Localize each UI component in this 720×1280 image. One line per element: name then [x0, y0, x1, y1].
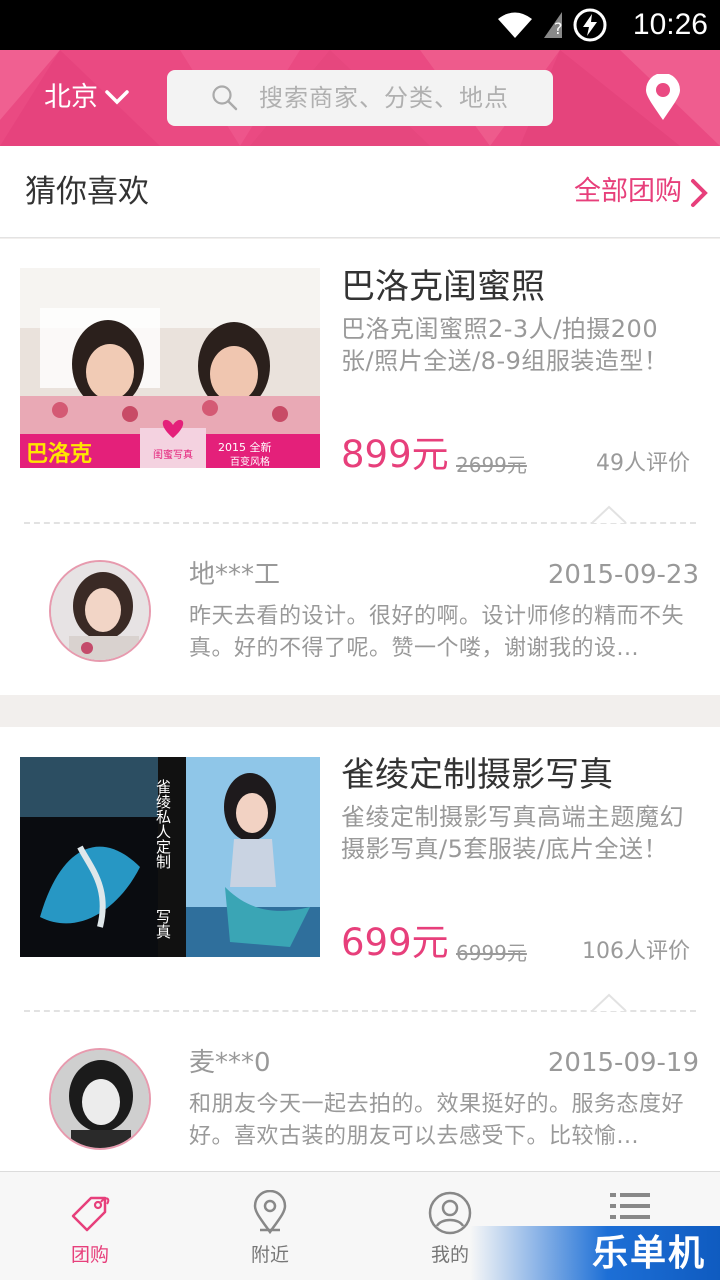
deal-price: 699元	[341, 921, 449, 964]
deal-description: 雀绫定制摄影写真高端主题魔幻摄影写真/5套服装/底片全送！	[341, 803, 684, 863]
wifi-icon	[498, 12, 532, 38]
deal-card[interactable]: 雀绫私人定制 写真 雀绫定制摄影写真 雀绫定制摄影写真高端主题魔幻摄影写真/5套…	[0, 727, 720, 1171]
status-bar: ? 10:26	[0, 0, 720, 50]
location-pin-icon[interactable]	[644, 74, 682, 122]
battery-charging-icon	[573, 8, 607, 42]
reviewer-name: 地***工	[189, 560, 281, 590]
chevron-down-icon	[105, 90, 129, 105]
deal-thumbnail[interactable]: 巴洛克 闺蜜写真 2015 全新 百变风格	[20, 268, 320, 468]
user-icon	[428, 1191, 472, 1235]
city-selector[interactable]: 北京	[44, 76, 130, 120]
section-title: 猜你喜欢	[25, 174, 149, 210]
thumb-tag: 2015 全新	[218, 440, 272, 454]
review-count: 106人评价	[582, 939, 690, 964]
review-pointer	[592, 505, 626, 524]
deal-card[interactable]: 巴洛克 闺蜜写真 2015 全新 百变风格 巴洛克闺蜜照 巴洛克闺蜜照2-3人/…	[0, 239, 720, 695]
review-pointer	[592, 993, 626, 1012]
chevron-right-icon[interactable]	[688, 178, 710, 208]
svg-text:?: ?	[554, 19, 563, 38]
review-text: 和朋友今天一起去拍的。效果挺好的。服务态度好好。喜欢古装的朋友可以去感受下。比较…	[189, 1092, 685, 1149]
list-icon	[610, 1193, 650, 1219]
reviewer-name: 麦***0	[189, 1048, 271, 1078]
tab-label: 团购	[70, 1244, 109, 1266]
tag-icon	[71, 1196, 110, 1232]
city-label: 北京	[44, 82, 98, 113]
deal-original-price: 6999元	[456, 941, 527, 965]
watermark: 乐单机	[470, 1226, 720, 1280]
avatar	[49, 1048, 151, 1150]
tab-label: 附近	[250, 1244, 289, 1266]
search-icon	[212, 85, 238, 111]
thumb-caption: 雀绫私人定制	[154, 779, 172, 869]
tab-group-buy[interactable]: 团购	[0, 1172, 180, 1280]
thumb-tag-2: 百变风格	[230, 455, 270, 468]
tab-nearby[interactable]: 附近	[180, 1172, 360, 1280]
deal-thumbnail[interactable]: 雀绫私人定制 写真	[20, 757, 320, 957]
deal-photo: 巴洛克 闺蜜写真 2015 全新 百变风格	[20, 268, 320, 468]
status-icons: ?	[496, 7, 608, 43]
review-text: 昨天去看的设计。很好的啊。设计师修的精而不失真。好的不得了呢。赞一个喽，谢谢我的…	[189, 604, 685, 661]
review-date: 2015-09-19	[547, 1048, 699, 1078]
review-count: 49人评价	[596, 451, 690, 476]
thumb-badge: 闺蜜写真	[153, 448, 193, 461]
search-placeholder: 搜索商家、分类、地点	[259, 84, 509, 112]
watermark-text: 乐单机	[591, 1233, 706, 1274]
app-header: 北京 搜索商家、分类、地点	[0, 50, 720, 146]
search-bar[interactable]: 搜索商家、分类、地点	[167, 70, 553, 126]
guess-you-like-header: 猜你喜欢 全部团购	[0, 146, 720, 238]
all-deals-link[interactable]: 全部团购	[574, 146, 682, 238]
deal-title[interactable]: 巴洛克闺蜜照	[341, 265, 545, 309]
thumb-caption: 巴洛克	[26, 441, 92, 467]
deal-description: 巴洛克闺蜜照2-3人/拍摄200张/照片全送/8-9组服装造型！	[341, 315, 669, 375]
signal-unknown-icon: ?	[544, 12, 563, 38]
location-pin-icon	[253, 1190, 287, 1235]
avatar	[49, 560, 151, 662]
thumb-tag: 写真	[154, 909, 172, 939]
deal-price: 899元	[341, 433, 449, 476]
review-date: 2015-09-23	[547, 560, 699, 590]
deal-photo: 雀绫私人定制 写真	[20, 757, 320, 957]
deal-original-price: 2699元	[456, 453, 527, 477]
deal-title[interactable]: 雀绫定制摄影写真	[341, 753, 613, 797]
status-time: 10:26	[632, 8, 708, 41]
